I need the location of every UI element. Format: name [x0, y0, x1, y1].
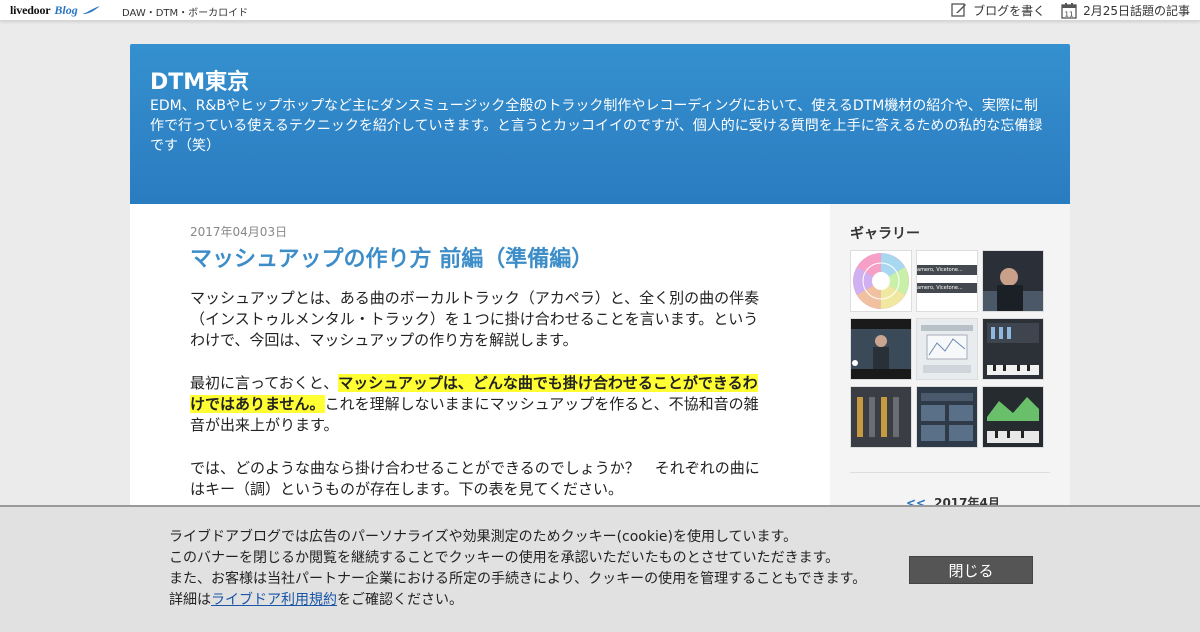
blog-category[interactable]: DAW・DTM・ボーカロイド	[122, 4, 248, 19]
trending-label: 2月25日話題の記事	[1083, 3, 1190, 18]
gallery-thumb-video[interactable]	[850, 318, 912, 380]
calendar-icon: 11	[1061, 2, 1077, 19]
blog-header: DTM東京 EDM、R&Bやヒップホップなど主にダンスミュージック全般のトラック…	[130, 44, 1070, 204]
terms-link[interactable]: ライブドア利用規約	[211, 592, 337, 608]
logo-livedoor-text: livedoor	[10, 2, 51, 17]
cookie-text: ライブドアブログでは広告のパーソナライズや効果測定のためクッキー(cookie)…	[169, 527, 866, 611]
cookie-banner: ライブドアブログでは広告のパーソナライズや効果測定のためクッキー(cookie)…	[0, 505, 1200, 632]
write-blog-link[interactable]: ブログを書く	[951, 2, 1045, 19]
write-blog-label: ブログを書く	[973, 3, 1046, 18]
gallery-thumb-synth-green[interactable]	[982, 386, 1044, 448]
gallery-thumb-plugin-light[interactable]	[916, 318, 978, 380]
gallery-title: ギャラリー	[850, 226, 920, 242]
post-date: 2017年04月03日	[190, 225, 288, 239]
gallery-thumb-text[interactable]: amero, Vicetone... amero, Vicetone...	[916, 250, 978, 312]
livedoor-blog-logo[interactable]: livedoor Blog	[10, 2, 101, 18]
bird-icon	[81, 6, 100, 14]
sidebar-divider	[850, 472, 1050, 473]
gallery-thumb-synth[interactable]	[982, 318, 1044, 380]
gallery-thumb-circle-of-fifths[interactable]	[850, 250, 912, 312]
paragraph-1: マッシュアップとは、ある曲のボーカルトラック（アカペラ）と、全く別の曲の伴奏（イ…	[190, 289, 760, 349]
blog-description: EDM、R&Bやヒップホップなど主にダンスミュージック全般のトラック制作やレコー…	[150, 98, 1043, 154]
top-bar: livedoor Blog DAW・DTM・ボーカロイド ブログを書く 11 2…	[0, 0, 1200, 21]
cookie-line-3: また、お客様は当社パートナー企業における所定の手続きにより、クッキーの使用を管理…	[169, 571, 867, 587]
gallery-grid: amero, Vicetone... amero, Vicetone...	[850, 250, 1044, 448]
cookie-line-4: 詳細はライブドア利用規約をご確認ください。	[169, 590, 866, 611]
paragraph-2: 最初に言っておくと、マッシュアップは、どんな曲でも掛け合わせることができるわけで…	[190, 373, 770, 436]
cookie-line-1: ライブドアブログでは広告のパーソナライズや効果測定のためクッキー(cookie)…	[169, 529, 798, 545]
post-title[interactable]: マッシュアップの作り方 前編（準備編）	[190, 241, 593, 273]
gallery-thumb-mixer[interactable]	[850, 386, 912, 448]
pencil-icon	[951, 3, 967, 17]
gallery-thumb-caption-2: amero, Vicetone...	[917, 283, 977, 293]
cookie-line-4-post: をご確認ください。	[337, 592, 463, 608]
paragraph-2-intro: 最初に言っておくと、	[190, 374, 339, 392]
post-body: マッシュアップとは、ある曲のボーカルトラック（アカペラ）と、全く別の曲の伴奏（イ…	[190, 288, 770, 522]
calendar-day: 11	[1065, 10, 1074, 18]
cookie-line-4-pre: 詳細は	[169, 592, 211, 608]
blog-title[interactable]: DTM東京	[150, 64, 249, 96]
cookie-line-2: このバナーを閉じるか閲覧を継続することでクッキーの使用を承認いただいたものとさせ…	[169, 550, 840, 566]
logo-blog-text: Blog	[54, 2, 78, 17]
gallery-thumb-caption-1: amero, Vicetone...	[917, 265, 977, 275]
paragraph-3: では、どのような曲なら掛け合わせることができるのでしょうか？ それぞれの曲にはキ…	[190, 459, 760, 498]
close-cookie-button[interactable]: 閉じる	[909, 556, 1033, 584]
trending-articles-link[interactable]: 11 2月25日話題の記事	[1061, 2, 1190, 19]
gallery-thumb-plugin-grid[interactable]	[916, 386, 978, 448]
gallery-thumb-photo[interactable]	[982, 250, 1044, 312]
